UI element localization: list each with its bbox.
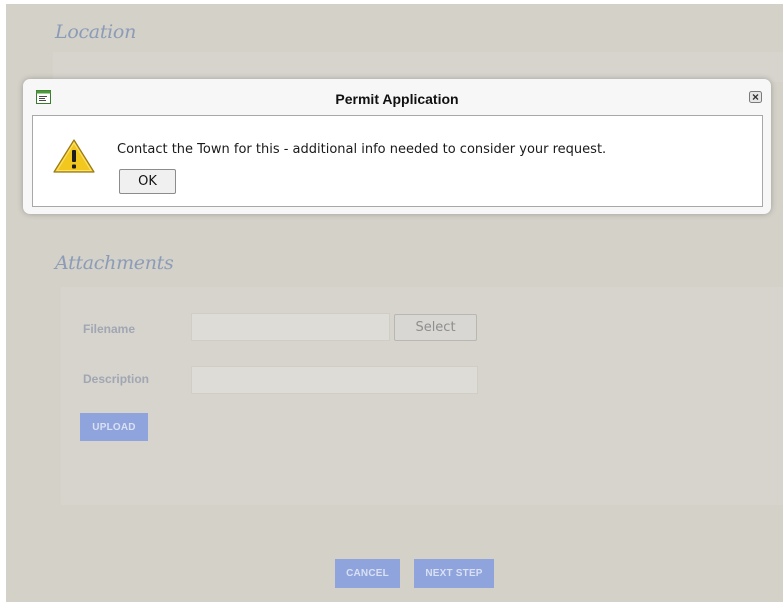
description-label: Description <box>83 372 150 386</box>
dialog-message: Contact the Town for this - additional i… <box>117 142 607 157</box>
select-file-button[interactable]: Select <box>394 314 477 341</box>
permit-application-dialog: Permit Application Contact the Town for … <box>23 79 771 214</box>
description-field[interactable] <box>191 366 478 394</box>
attachments-section-title: Attachments <box>55 252 174 274</box>
next-step-button[interactable]: NEXT STEP <box>414 559 494 588</box>
filename-label: Filename <box>83 322 136 336</box>
location-section-body <box>53 52 783 82</box>
filename-field[interactable] <box>191 313 390 341</box>
cancel-button[interactable]: CANCEL <box>335 559 400 588</box>
dialog-title: Permit Application <box>335 91 459 107</box>
close-icon[interactable] <box>749 91 762 103</box>
ok-button[interactable]: OK <box>119 169 176 194</box>
upload-button[interactable]: UPLOAD <box>80 413 148 441</box>
dialog-body: Contact the Town for this - additional i… <box>32 115 763 207</box>
warning-icon <box>53 139 95 173</box>
location-section-title: Location <box>55 21 137 43</box>
